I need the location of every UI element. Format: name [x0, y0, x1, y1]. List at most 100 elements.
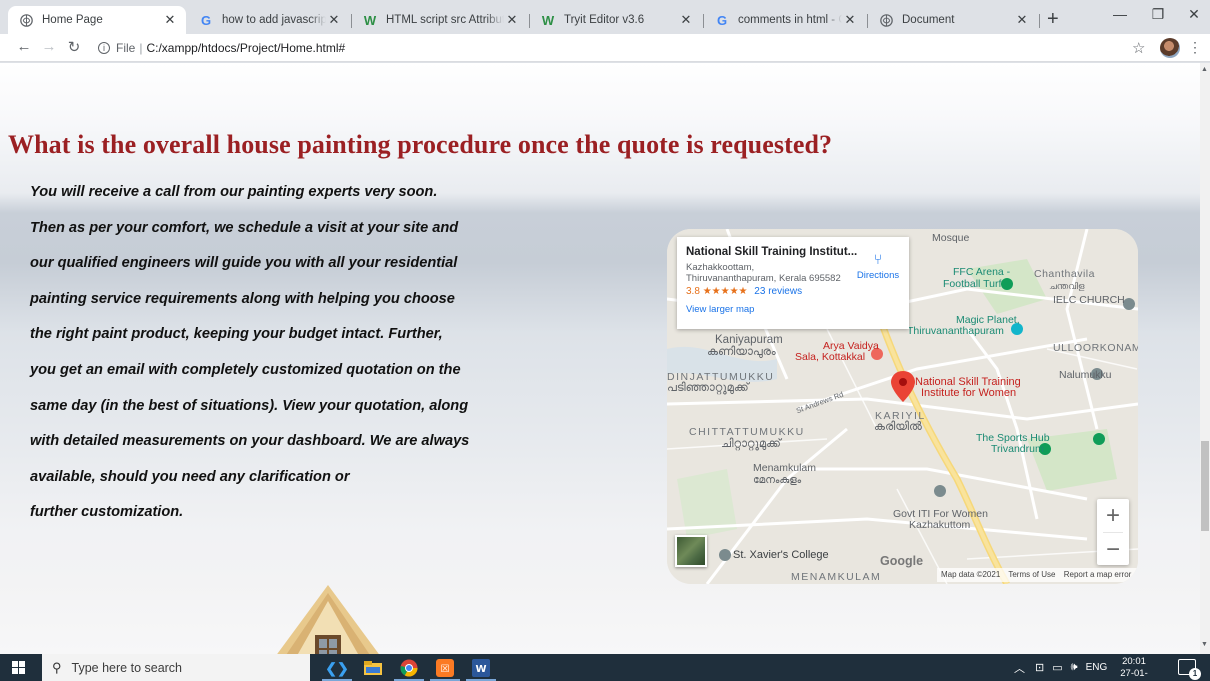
taskbar-search[interactable]: ⚲ Type here to search [42, 654, 310, 681]
google-icon: G [716, 12, 728, 28]
profile-avatar[interactable] [1160, 38, 1180, 58]
tab-title: Document [902, 14, 955, 26]
paragraph-line: available, should you need any clarifica… [30, 468, 350, 485]
scroll-up-icon[interactable]: ▲ [1201, 66, 1208, 73]
close-icon[interactable]: ✕ [678, 12, 694, 28]
report-error-link[interactable]: Report a map error [1064, 570, 1132, 579]
search-icon: ⚲ [52, 659, 62, 675]
map-label: കണിയാപുരം [707, 346, 776, 358]
paragraph-line: the right paint product, keeping your bu… [30, 326, 443, 343]
forward-icon[interactable]: → [40, 38, 58, 55]
scroll-thumb[interactable] [1201, 441, 1209, 531]
vscode-icon[interactable]: ❮❯ [322, 657, 352, 681]
globe-icon [878, 12, 894, 28]
zoom-out-button[interactable]: − [1097, 533, 1129, 566]
map-label: Mosque [932, 232, 970, 244]
back-icon[interactable]: ← [15, 38, 33, 55]
clock-time: 20:01 [1122, 656, 1146, 667]
new-tab-button[interactable]: + [1047, 8, 1059, 31]
zoom-control: + − [1097, 499, 1129, 565]
directions-icon: ⑂ [873, 251, 883, 267]
satellite-toggle[interactable] [675, 535, 707, 567]
tab-google-search-javascript[interactable]: G how to add javascript in html ✕ [188, 6, 350, 34]
battery-icon[interactable]: ▭ [1052, 661, 1062, 674]
tab-google-search-comments[interactable]: G comments in html - Google S ✕ [704, 6, 866, 34]
map-label: Thiruvananthapuram [907, 325, 1004, 337]
taskbar-clock[interactable]: 20:01 27-01-2021 [1112, 656, 1156, 681]
chevron-up-icon[interactable]: ︿ [1014, 660, 1025, 676]
map-label: Kazhakuttom [909, 519, 971, 531]
rating-value: 3.8 [686, 286, 700, 297]
close-window-button[interactable]: ✕ [1184, 6, 1204, 23]
language-indicator[interactable]: ENG [1086, 662, 1108, 673]
directions-label: Directions [856, 270, 900, 281]
map-label: Football Turf [943, 278, 1002, 290]
paragraph-line: you get an email with completely customi… [30, 361, 461, 378]
close-icon[interactable]: ✕ [162, 12, 178, 28]
page-viewport: What is the overall house painting proce… [0, 63, 1200, 654]
map-label: Trivandrum [991, 443, 1044, 455]
windows-taskbar: ⚲ Type here to search ❮❯ ☒ W ︿ ⊡ ▭ 🕪 ENG… [0, 654, 1210, 681]
map-label: പടിഞ്ഞാറ്റുമുക്ക് [667, 382, 749, 394]
scroll-down-icon[interactable]: ▼ [1201, 641, 1208, 648]
bookmark-star-icon[interactable]: ☆ [1132, 39, 1145, 57]
chrome-icon[interactable] [394, 657, 424, 681]
file-explorer-icon[interactable] [362, 657, 384, 679]
xampp-icon[interactable]: ☒ [430, 657, 460, 681]
map-label: മേനംകുളം [753, 474, 802, 486]
notification-center-icon[interactable]: 1 [1178, 659, 1201, 680]
paragraph-line: painting service requirements along with… [30, 290, 455, 307]
paragraph-line: further customization. [30, 504, 184, 521]
minimize-button[interactable]: — [1110, 6, 1130, 22]
directions-button[interactable]: ⑂ Directions [853, 251, 903, 281]
view-larger-map-link[interactable]: View larger map [686, 304, 900, 315]
w3schools-icon: W [363, 12, 377, 28]
house-illustration [277, 585, 379, 654]
tab-document[interactable]: Document ✕ [868, 6, 1038, 34]
tab-tryit-editor[interactable]: W Tryit Editor v3.6 ✕ [530, 6, 702, 34]
restore-button[interactable]: ❐ [1148, 6, 1168, 23]
map-label: കരിയിൽ [874, 421, 922, 433]
map-label: Menamkulam [753, 462, 817, 474]
terms-link[interactable]: Terms of Use [1008, 570, 1055, 579]
map-label: Kaniyapuram [715, 334, 783, 346]
close-icon[interactable]: ✕ [504, 12, 520, 28]
map-label: Nalumukku [1059, 369, 1112, 381]
paragraph-line: same day (in the best of situations). Vi… [30, 397, 469, 414]
browser-toolbar: ← → ↻ i File | C:/xampp/htdocs/Project/H… [0, 34, 1210, 62]
map-label: MENAMKULAM [791, 571, 882, 583]
reviews-link[interactable]: 23 reviews [754, 286, 802, 297]
procedure-paragraph: You will receive a call from our paintin… [30, 181, 500, 537]
w3schools-icon: W [541, 12, 555, 28]
map-attribution: Map data ©2021 Terms of Use Report a map… [937, 568, 1138, 582]
windows-start-icon[interactable] [12, 661, 26, 675]
tab-html-script-src[interactable]: W HTML script src Attribute ✕ [352, 6, 528, 34]
embedded-map[interactable]: Mosque FFC Arena - Football Turf Chantha… [667, 229, 1138, 584]
info-icon[interactable]: i [98, 42, 110, 54]
tab-title: Tryit Editor v3.6 [564, 14, 645, 26]
reload-icon[interactable]: ↻ [65, 38, 83, 56]
zoom-in-button[interactable]: + [1097, 499, 1129, 532]
map-label: IELC CHURCH [1053, 294, 1125, 306]
address-bar[interactable]: i File | C:/xampp/htdocs/Project/Home.ht… [98, 37, 1138, 59]
svg-text:☒: ☒ [441, 664, 450, 675]
paragraph-line: You will receive a call from our paintin… [30, 184, 438, 200]
paragraph-line: Then as per your comfort, we schedule a … [30, 219, 459, 236]
page-scrollbar[interactable] [1200, 63, 1210, 654]
close-icon[interactable]: ✕ [842, 12, 858, 28]
notification-count: 1 [1189, 668, 1201, 680]
menu-kebab-icon[interactable]: ⋮ [1188, 39, 1202, 56]
close-icon[interactable]: ✕ [326, 12, 342, 28]
word-icon[interactable]: W [466, 657, 496, 681]
network-icon[interactable]: ⊡ [1035, 661, 1044, 674]
tab-home-page[interactable]: Home Page ✕ [8, 6, 186, 34]
map-label: ചന്തവിള [1049, 281, 1085, 291]
map-label: Chanthavila [1034, 268, 1095, 280]
tab-title: comments in html - Google S [738, 14, 842, 26]
tab-title: Home Page [42, 14, 103, 26]
place-info-card: National Skill Training Institut... Kazh… [677, 237, 909, 329]
close-icon[interactable]: ✕ [1014, 12, 1030, 28]
google-icon: G [200, 12, 212, 28]
place-rating: 3.8 ★★★★★ 23 reviews [686, 286, 900, 297]
volume-icon[interactable]: 🕪 [1071, 661, 1078, 674]
